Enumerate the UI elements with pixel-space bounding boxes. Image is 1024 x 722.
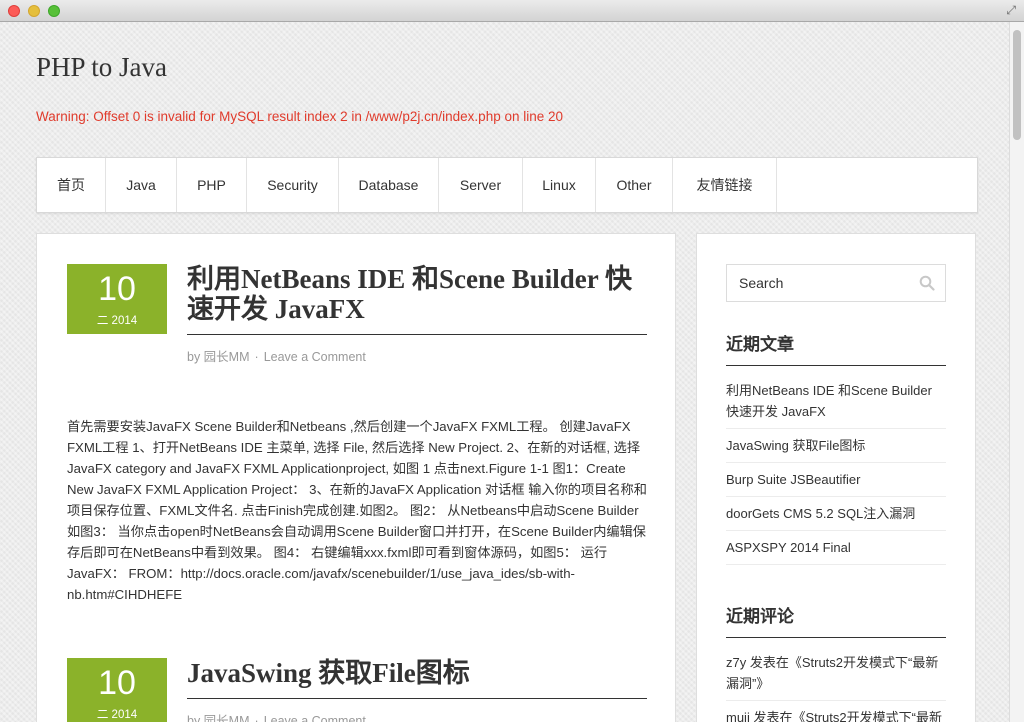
page-scrollbar[interactable] (1009, 22, 1024, 722)
post-author[interactable]: by 园长MM (187, 350, 250, 364)
recent-comments-list: z7y 发表在《Struts2开发模式下“最新漏洞”》 muji 发表在《Str… (726, 646, 946, 722)
nav-item-security[interactable]: Security (247, 158, 339, 212)
nav-item-server[interactable]: Server (439, 158, 523, 212)
post-date-month: 二 2014 (96, 709, 138, 721)
post-date-badge: 10 二 2014 (67, 658, 167, 722)
search-input[interactable] (727, 265, 912, 301)
nav-item-linux[interactable]: Linux (523, 158, 596, 212)
post-date-day: 10 (98, 664, 136, 702)
window-titlebar: ⤢ (0, 0, 1024, 22)
recent-comment-item[interactable]: z7y 发表在《Struts2开发模式下“最新漏洞”》 (726, 646, 946, 701)
post-author[interactable]: by 园长MM (187, 714, 250, 722)
post-date-day: 10 (98, 270, 136, 308)
recent-post-link[interactable]: 利用NetBeans IDE 和Scene Builder 快速开发 JavaF… (726, 374, 946, 429)
meta-separator: · (254, 350, 259, 364)
post-date-badge: 10 二 2014 (67, 264, 167, 334)
main-nav: 首页 Java PHP Security Database Server Lin… (36, 157, 978, 213)
nav-item-other[interactable]: Other (596, 158, 673, 212)
meta-separator: · (254, 714, 259, 722)
sidebar: 近期文章 利用NetBeans IDE 和Scene Builder 快速开发 … (696, 233, 976, 722)
fullscreen-icon[interactable]: ⤢ (1006, 3, 1016, 18)
leave-comment-link[interactable]: Leave a Comment (264, 350, 366, 364)
recent-posts-list: 利用NetBeans IDE 和Scene Builder 快速开发 JavaF… (726, 374, 946, 565)
window-close-button[interactable] (8, 5, 20, 17)
recent-post-link[interactable]: Burp Suite JSBeautifier (726, 463, 946, 497)
nav-item-home[interactable]: 首页 (37, 158, 106, 212)
post-meta: by 园长MM · Leave a Comment (187, 710, 366, 722)
window-zoom-button[interactable] (48, 5, 60, 17)
search-box (726, 264, 946, 302)
recent-post-link[interactable]: doorGets CMS 5.2 SQL注入漏洞 (726, 497, 946, 531)
nav-item-friend-links[interactable]: 友情链接 (673, 158, 777, 212)
recent-post-link[interactable]: ASPXSPY 2014 Final (726, 531, 946, 565)
nav-item-database[interactable]: Database (339, 158, 439, 212)
post-title[interactable]: JavaSwing 获取File图标 (187, 658, 647, 699)
php-warning-message: Warning: Offset 0 is invalid for MySQL r… (36, 109, 564, 124)
window-minimize-button[interactable] (28, 5, 40, 17)
post-title[interactable]: 利用NetBeans IDE 和Scene Builder 快速开发 JavaF… (187, 264, 647, 335)
post-date-month: 二 2014 (96, 315, 138, 327)
recent-comments-title: 近期评论 (726, 602, 946, 638)
recent-posts-title: 近期文章 (726, 330, 946, 366)
nav-item-java[interactable]: Java (106, 158, 177, 212)
post-excerpt: 首先需要安装JavaFX Scene Builder和Netbeans ,然后创… (67, 419, 647, 602)
leave-comment-link[interactable]: Leave a Comment (264, 714, 366, 722)
scrollbar-thumb[interactable] (1013, 30, 1021, 140)
nav-item-php[interactable]: PHP (177, 158, 247, 212)
recent-post-link[interactable]: JavaSwing 获取File图标 (726, 429, 946, 463)
site-title[interactable]: PHP to Java (36, 52, 167, 83)
recent-comment-item[interactable]: muji 发表在《Struts2开发模式下“最新 (726, 701, 946, 722)
main-content: 10 二 2014 利用NetBeans IDE 和Scene Builder … (36, 233, 676, 722)
search-icon[interactable] (919, 275, 935, 291)
post-meta: by 园长MM · Leave a Comment (187, 346, 366, 365)
